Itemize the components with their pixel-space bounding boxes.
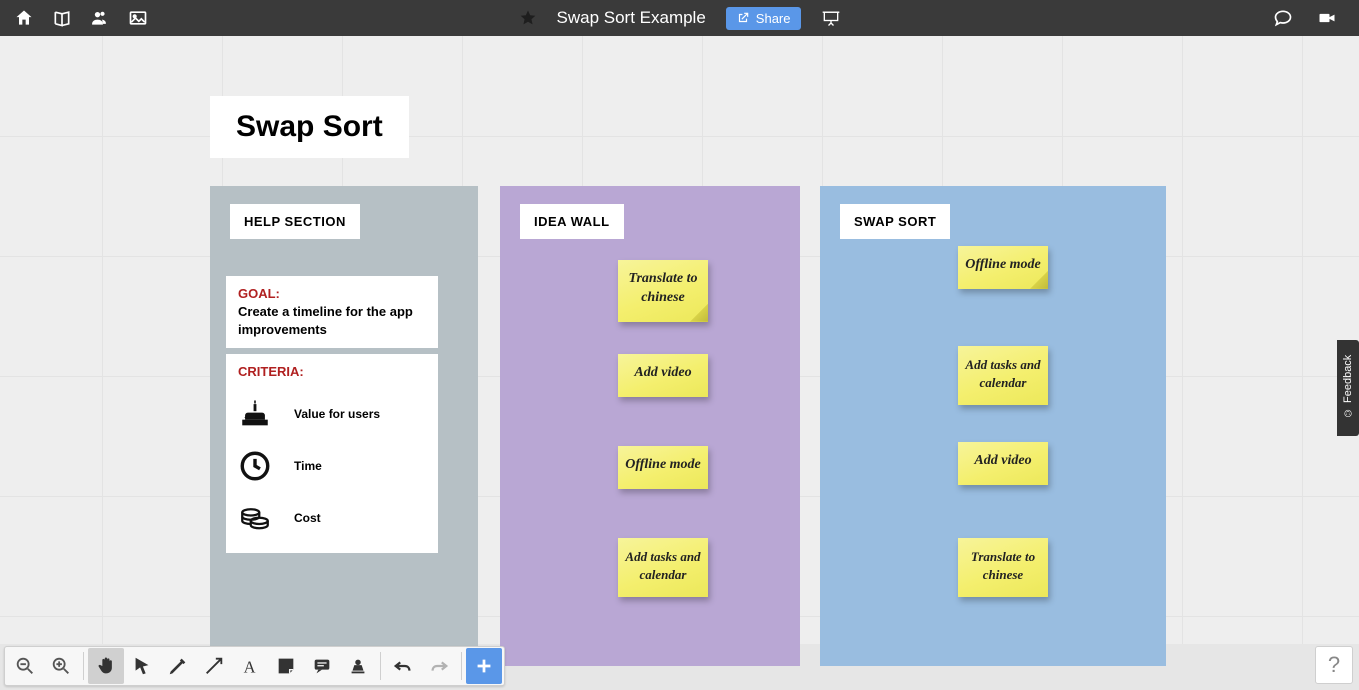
select-tool[interactable] (124, 648, 160, 684)
goal-heading: GOAL: (238, 286, 426, 301)
sticky-note[interactable]: Offline mode (618, 446, 708, 489)
star-icon[interactable] (519, 9, 537, 27)
share-button[interactable]: Share (726, 7, 801, 30)
idea-wall-panel[interactable]: IDEA WALL Translate to chinese Add video… (500, 186, 800, 666)
add-button[interactable] (466, 648, 502, 684)
board-title[interactable]: Swap Sort (210, 96, 409, 158)
text-tool[interactable]: A (232, 648, 268, 684)
help-button[interactable]: ? (1315, 646, 1353, 684)
svg-text:A: A (244, 657, 256, 676)
criteria-label: Time (294, 459, 322, 473)
sticky-note[interactable]: Translate to chinese (958, 538, 1048, 597)
toolbar-separator (380, 652, 381, 680)
goal-text: Create a timeline for the app improvemen… (238, 303, 426, 338)
bottom-toolbar: A (4, 646, 505, 686)
sticky-note[interactable]: Offline mode (958, 246, 1048, 289)
help-panel-label[interactable]: HELP SECTION (230, 204, 360, 239)
swap-sort-label[interactable]: SWAP SORT (840, 204, 950, 239)
canvas[interactable]: Swap Sort HELP SECTION GOAL: Create a ti… (0, 36, 1359, 644)
feedback-tab[interactable]: ☺ Feedback (1337, 340, 1359, 436)
criteria-row-time: Time (238, 449, 426, 483)
idea-wall-label[interactable]: IDEA WALL (520, 204, 624, 239)
cake-icon (238, 397, 272, 431)
people-icon[interactable] (90, 8, 110, 28)
zoom-out-button[interactable] (7, 648, 43, 684)
sticky-tool[interactable] (268, 648, 304, 684)
zoom-in-button[interactable] (43, 648, 79, 684)
smile-icon: ☺ (1341, 407, 1355, 421)
goal-box[interactable]: GOAL: Create a timeline for the app impr… (226, 276, 438, 348)
clock-icon (238, 449, 272, 483)
help-panel[interactable]: HELP SECTION GOAL: Create a timeline for… (210, 186, 478, 666)
home-icon[interactable] (14, 8, 34, 28)
top-toolbar-right (1273, 8, 1359, 28)
document-title[interactable]: Swap Sort Example (557, 8, 706, 28)
sticky-note[interactable]: Add tasks and calendar (618, 538, 708, 597)
toolbar-separator (83, 652, 84, 680)
criteria-label: Cost (294, 511, 321, 525)
image-icon[interactable] (128, 8, 148, 28)
video-icon[interactable] (1317, 8, 1337, 28)
coins-icon (238, 501, 272, 535)
criteria-row-cost: Cost (238, 501, 426, 535)
criteria-box[interactable]: CRITERIA: Value for users Time Cost (226, 354, 438, 553)
pan-tool[interactable] (88, 648, 124, 684)
redo-button[interactable] (421, 648, 457, 684)
sticky-note[interactable]: Add video (618, 354, 708, 397)
criteria-row-value: Value for users (238, 397, 426, 431)
swap-sort-panel[interactable]: SWAP SORT Offline mode Add tasks and cal… (820, 186, 1166, 666)
chat-icon[interactable] (1273, 8, 1293, 28)
boards-icon[interactable] (52, 8, 72, 28)
sticky-note[interactable]: Translate to chinese (618, 260, 708, 322)
top-toolbar: Swap Sort Example Share (0, 0, 1359, 36)
arrow-tool[interactable] (196, 648, 232, 684)
pen-tool[interactable] (160, 648, 196, 684)
top-toolbar-left (0, 8, 148, 28)
sticky-note[interactable]: Add tasks and calendar (958, 346, 1048, 405)
toolbar-separator (461, 652, 462, 680)
share-button-label: Share (756, 11, 791, 26)
present-icon[interactable] (821, 8, 841, 28)
top-toolbar-center: Swap Sort Example Share (519, 7, 841, 30)
sticky-note[interactable]: Add video (958, 442, 1048, 485)
comment-tool[interactable] (304, 648, 340, 684)
stamp-tool[interactable] (340, 648, 376, 684)
undo-button[interactable] (385, 648, 421, 684)
criteria-label: Value for users (294, 407, 380, 421)
criteria-heading: CRITERIA: (238, 364, 426, 379)
feedback-label: Feedback (1342, 355, 1354, 403)
